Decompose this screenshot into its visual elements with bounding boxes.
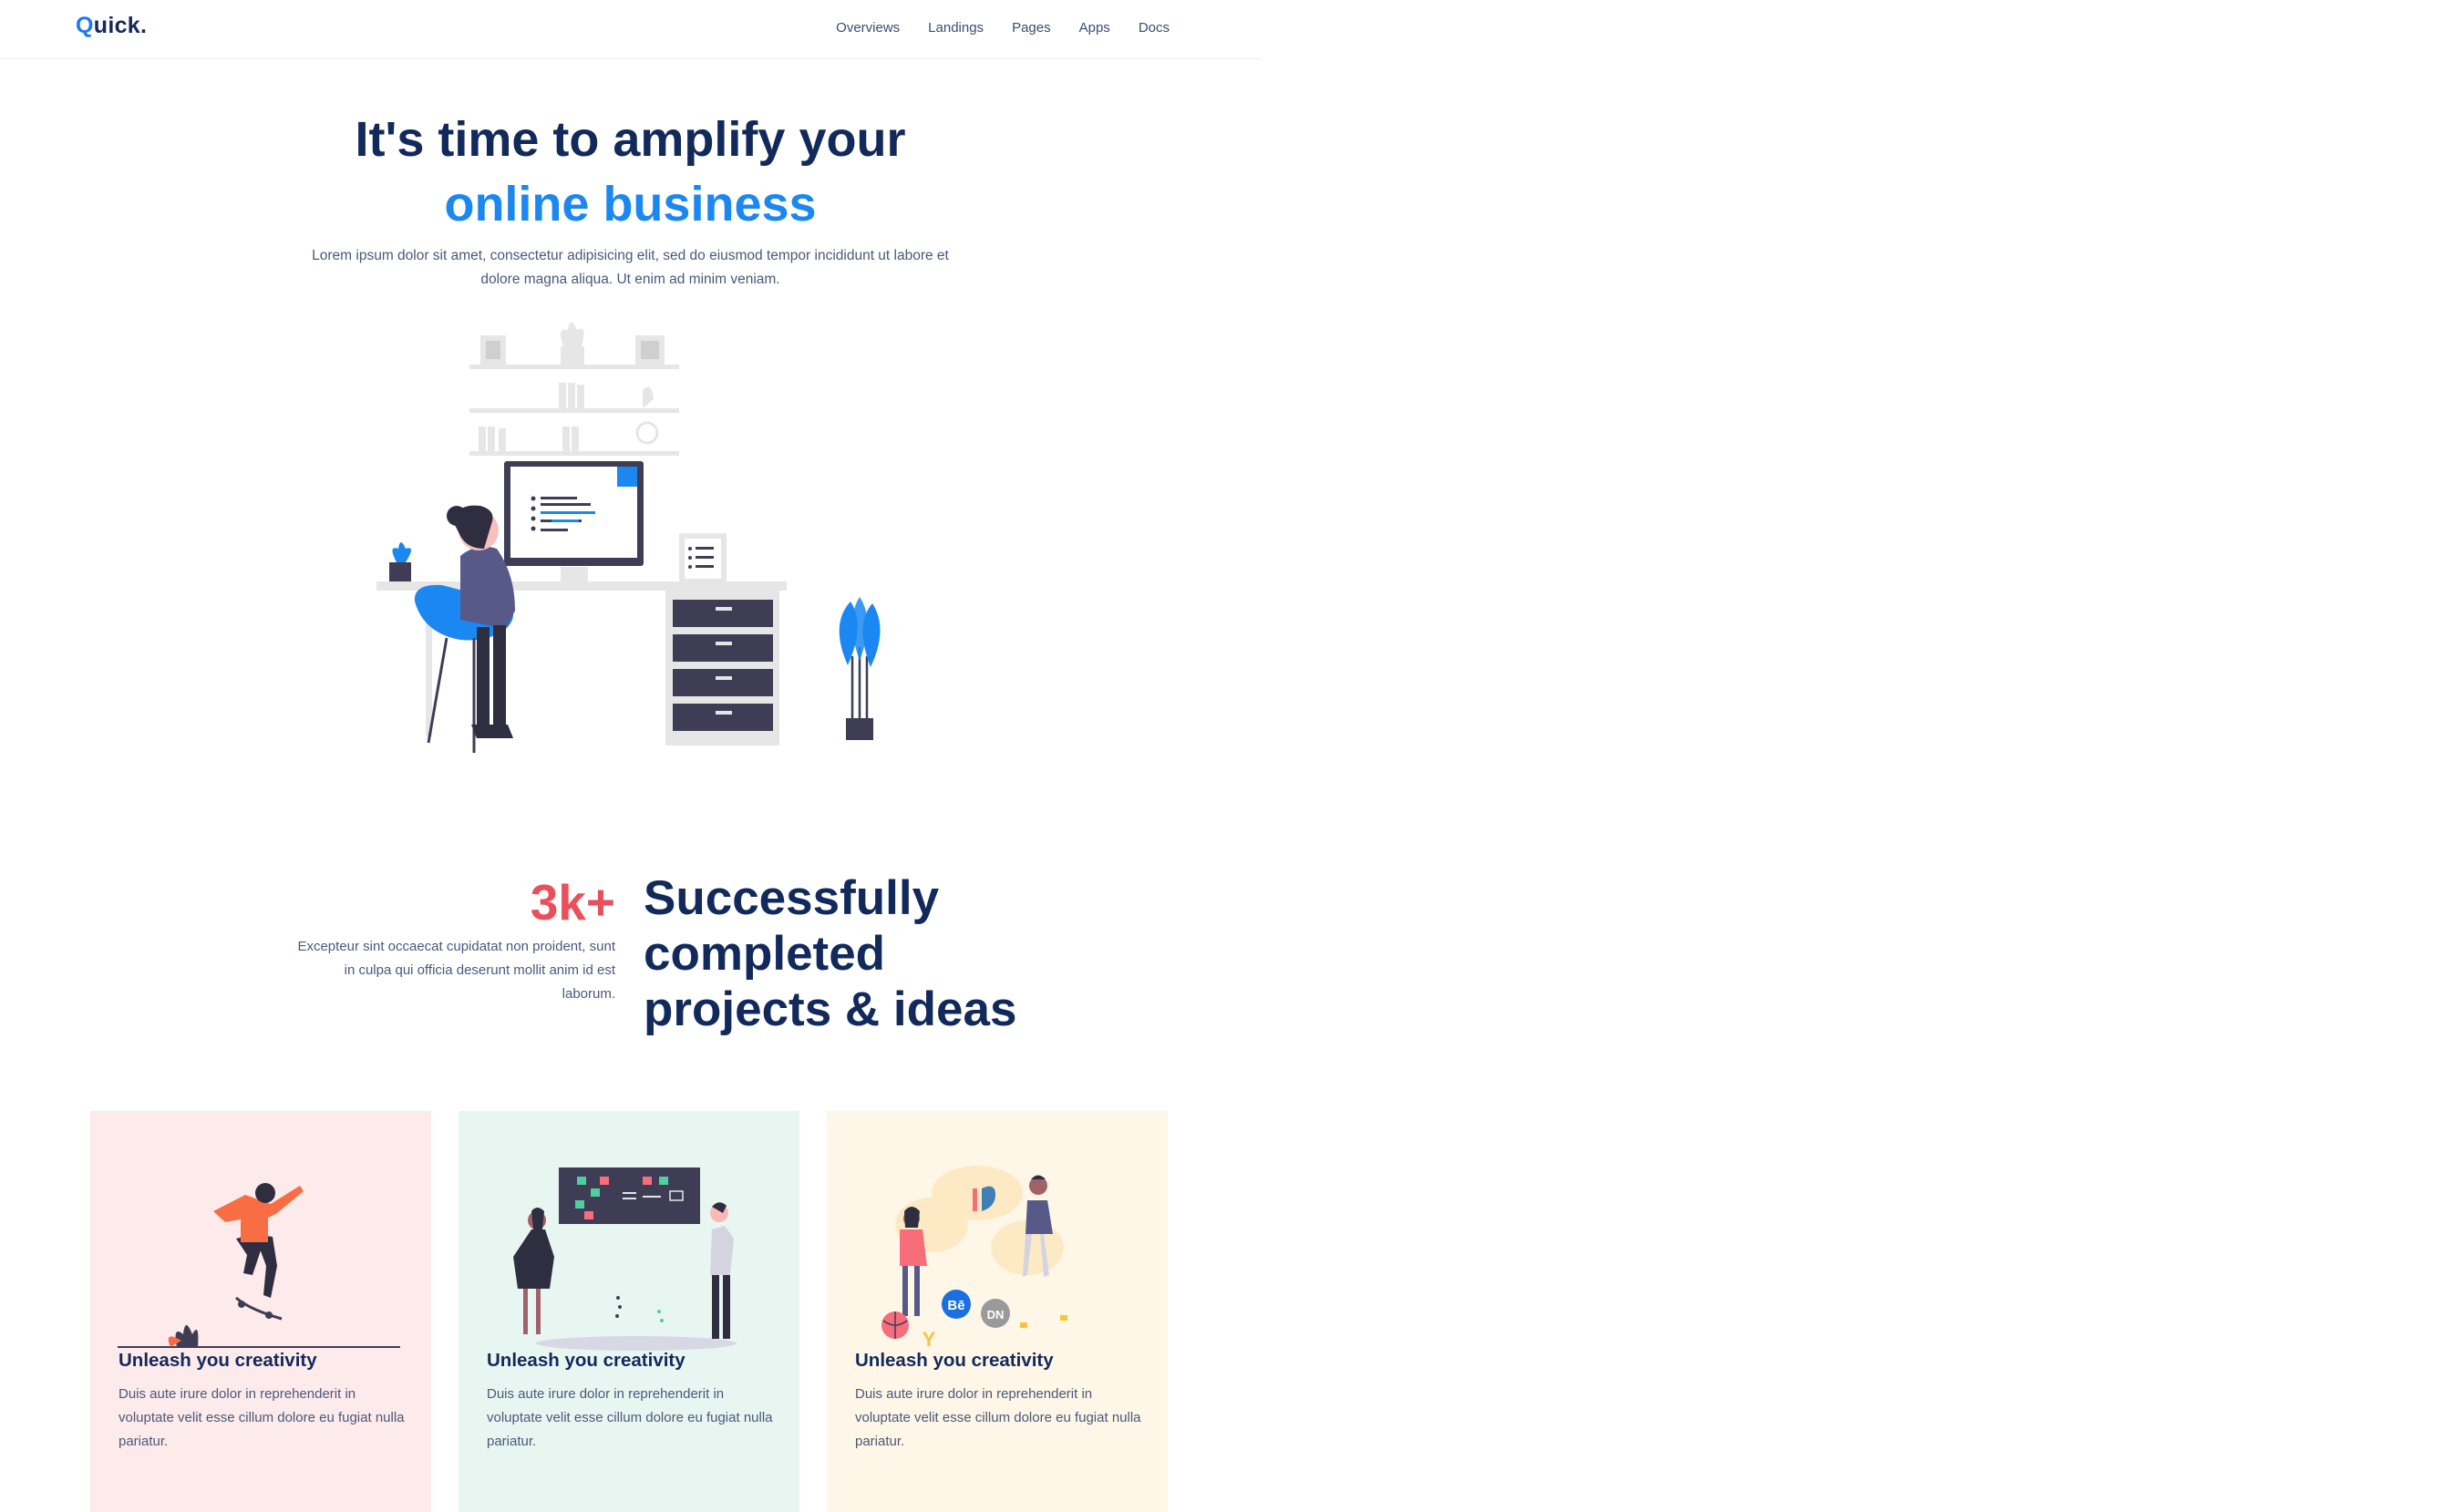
desk-illustration xyxy=(376,322,881,753)
board-meeting-illustration xyxy=(513,1167,737,1351)
behance-icon: Bē xyxy=(947,1298,964,1313)
nav-link-docs[interactable]: Docs xyxy=(1139,20,1170,36)
card-3-title: Unleash you creativity xyxy=(855,1350,1054,1371)
stat-description: Excepteur sint occaecat cupidatat non pr… xyxy=(297,939,615,1002)
nav-link-overviews[interactable]: Overviews xyxy=(836,20,900,36)
card-1-title: Unleash you creativity xyxy=(119,1350,317,1371)
nav-link-apps[interactable]: Apps xyxy=(1079,20,1110,36)
card-1-text: Duis aute irure dolor in reprehenderit i… xyxy=(119,1386,405,1449)
card-2-title: Unleash you creativity xyxy=(487,1350,685,1371)
nav-link-landings[interactable]: Landings xyxy=(928,20,984,36)
landing-page: Quick. Overviews Landings Pages Apps Doc… xyxy=(0,0,1261,1512)
hero-title-line1: It's time to amplify your xyxy=(355,112,906,167)
stat-number: 3k+ xyxy=(530,874,615,931)
nav-links: Overviews Landings Pages Apps Docs xyxy=(836,20,1170,36)
nav-link-pages[interactable]: Pages xyxy=(1012,20,1051,36)
hero-lead: Lorem ipsum dolor sit amet, consectetur … xyxy=(312,248,949,287)
card-2-text: Duis aute irure dolor in reprehenderit i… xyxy=(487,1386,773,1449)
card-3-text: Duis aute irure dolor in reprehenderit i… xyxy=(855,1386,1141,1449)
yc-icon: Y xyxy=(923,1328,936,1351)
skater-illustration xyxy=(118,1183,400,1348)
designer-news-icon: DN xyxy=(987,1308,1005,1322)
stat-heading-line2: completed xyxy=(644,927,886,981)
top-navbar: Quick. Overviews Landings Pages Apps Doc… xyxy=(0,0,1261,59)
feature-card-3: Bē DN Y Unleash you creativity Duis aute… xyxy=(827,1111,1168,1512)
stat-heading-line3: projects & ideas xyxy=(644,982,1017,1036)
feature-card-2: Unleash you creativity Duis aute irure d… xyxy=(459,1111,799,1512)
social-creatives-illustration: Bē DN Y xyxy=(881,1166,1067,1351)
stat-heading: Successfully completed projects & ideas xyxy=(644,870,1063,1037)
feature-card-1: Unleash you creativity Duis aute irure d… xyxy=(90,1111,431,1512)
brand-logo[interactable]: Quick. xyxy=(76,13,147,39)
hero-title-line2: online business xyxy=(444,177,817,231)
stat-heading-line1: Successfully xyxy=(644,871,940,925)
